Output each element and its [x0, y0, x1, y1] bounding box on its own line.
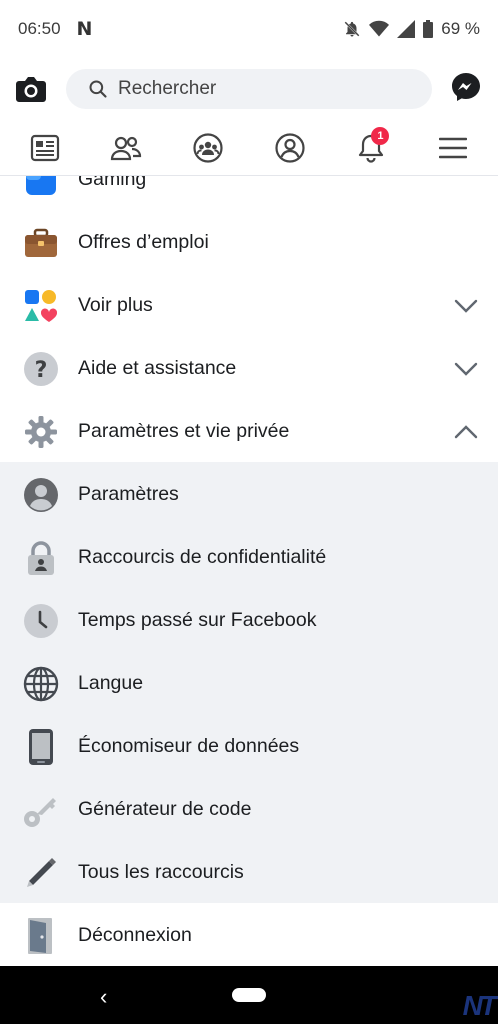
- key-icon: [22, 791, 60, 829]
- menu-item-label: Gaming: [78, 176, 147, 190]
- messenger-icon: [452, 72, 480, 101]
- menu-item-label: Offres d’emploi: [78, 231, 209, 253]
- tab-friends[interactable]: [96, 123, 156, 173]
- watermark-logo: NT: [462, 990, 497, 1021]
- camera-icon[interactable]: [16, 74, 48, 104]
- tab-notifications[interactable]: 1: [341, 123, 401, 173]
- profile-icon: [275, 132, 305, 163]
- chevron-up-icon: [454, 424, 478, 438]
- globe-icon: [22, 665, 60, 703]
- tab-profile[interactable]: [260, 123, 320, 173]
- messenger-button[interactable]: [450, 71, 482, 108]
- tab-menu[interactable]: [423, 123, 483, 173]
- gaming-icon: [22, 176, 60, 199]
- submenu-item-privacy-shortcuts[interactable]: Raccourcis de confidentialité: [0, 526, 498, 589]
- submenu-item-all-shortcuts[interactable]: Tous les raccourcis: [0, 841, 498, 904]
- submenu-item-code-generator[interactable]: Générateur de code: [0, 778, 498, 841]
- submenu-item-label: Temps passé sur Facebook: [78, 609, 317, 631]
- notification-badge: 1: [371, 126, 390, 145]
- shapes-icon: [22, 287, 60, 325]
- submenu-item-time-on-facebook[interactable]: Temps passé sur Facebook: [0, 589, 498, 652]
- question-mark-icon: ?: [22, 350, 60, 388]
- menu-item-label: Voir plus: [78, 294, 153, 316]
- battery-icon: [423, 20, 434, 38]
- tab-groups[interactable]: [178, 123, 238, 173]
- tab-bar: 1: [0, 120, 498, 176]
- phone-icon: [22, 728, 60, 766]
- friends-icon: [111, 136, 142, 160]
- svg-text:?: ?: [35, 358, 48, 383]
- hamburger-menu-icon: [439, 137, 468, 158]
- status-bar: 06:50 N 69 %: [0, 0, 498, 58]
- bell-off-icon: [344, 21, 360, 37]
- news-feed-icon: [30, 134, 59, 161]
- search-placeholder: Rechercher: [118, 78, 217, 99]
- search-icon: [89, 80, 107, 98]
- signal-icon: [397, 20, 416, 38]
- battery-level: 69 %: [441, 19, 480, 38]
- submenu-item-label: Tous les raccourcis: [78, 861, 244, 883]
- menu-item-label: Paramètres et vie privée: [78, 420, 290, 442]
- menu-item-label: Déconnexion: [78, 924, 192, 946]
- menu-item-help-support[interactable]: ? Aide et assistance: [0, 337, 498, 400]
- submenu-item-settings[interactable]: Paramètres: [0, 463, 498, 526]
- status-icons: 69 %: [343, 19, 480, 39]
- system-navigation-bar: ‹ NT: [0, 966, 498, 1024]
- briefcase-icon: [22, 224, 60, 262]
- gear-icon: [22, 413, 60, 451]
- submenu-item-data-saver[interactable]: Économiseur de données: [0, 715, 498, 778]
- home-pill-button[interactable]: [232, 988, 266, 1002]
- menu-item-label: Aide et assistance: [78, 357, 237, 379]
- submenu-item-label: Paramètres: [78, 483, 179, 505]
- submenu-item-label: Économiseur de données: [78, 735, 300, 757]
- submenu-item-language[interactable]: Langue: [0, 652, 498, 715]
- lock-icon: [22, 539, 60, 577]
- menu-item-logout[interactable]: Déconnexion: [0, 904, 498, 966]
- search-input[interactable]: Rechercher: [66, 69, 432, 109]
- back-chevron-icon[interactable]: ‹: [100, 984, 107, 1010]
- clock-icon: [22, 602, 60, 640]
- groups-icon: [193, 132, 223, 163]
- menu-item-settings-privacy[interactable]: Paramètres et vie privée: [0, 400, 498, 463]
- door-icon: [22, 917, 60, 955]
- submenu-item-label: Raccourcis de confidentialité: [78, 546, 327, 568]
- pencil-icon: [22, 854, 60, 892]
- menu-item-see-more[interactable]: Voir plus: [0, 274, 498, 337]
- wifi-icon: [369, 20, 390, 37]
- netflix-n-icon: N: [76, 18, 93, 40]
- menu-list: Gaming Offres d’emploi Voir plus ? Aide …: [0, 176, 498, 966]
- submenu-item-label: Langue: [78, 672, 144, 694]
- chevron-down-icon: [454, 299, 478, 313]
- menu-item-gaming[interactable]: Gaming: [0, 176, 498, 211]
- status-time: 06:50: [18, 19, 61, 38]
- menu-item-jobs[interactable]: Offres d’emploi: [0, 211, 498, 274]
- tab-news-feed[interactable]: [15, 123, 75, 173]
- chevron-down-icon: [454, 362, 478, 376]
- top-bar: Rechercher: [0, 66, 498, 112]
- profile-avatar-icon: [22, 476, 60, 514]
- submenu-item-label: Générateur de code: [78, 798, 252, 820]
